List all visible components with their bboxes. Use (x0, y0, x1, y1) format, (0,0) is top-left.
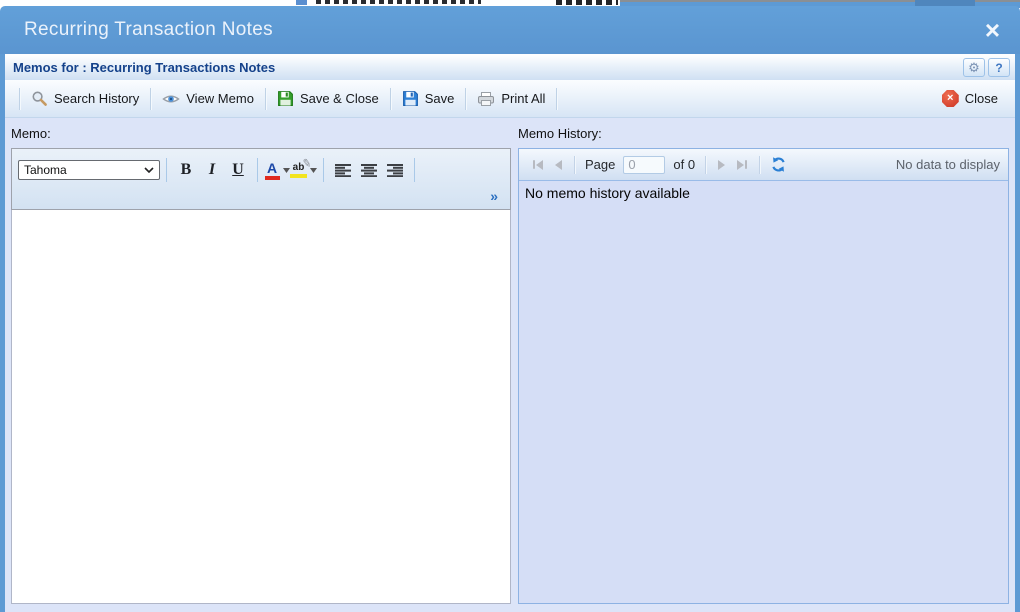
paging-status: No data to display (896, 157, 1000, 172)
search-icon (31, 90, 48, 107)
memos-for-title: Memos for : Recurring Transactions Notes (13, 60, 275, 75)
dialog-close-icon[interactable]: × (981, 20, 1004, 40)
editor-separator (323, 158, 324, 182)
help-button[interactable]: ? (988, 58, 1010, 77)
first-page-button[interactable] (530, 157, 546, 173)
settings-button[interactable]: ⚙ (963, 58, 985, 77)
last-page-icon (737, 160, 744, 170)
dialog-content: Memo: Memo History: Tahoma (5, 118, 1015, 612)
memos-for-header: Memos for : Recurring Transactions Notes… (5, 54, 1015, 80)
dialog-body: Memos for : Recurring Transactions Notes… (0, 54, 1020, 612)
save-close-label: Save & Close (300, 91, 379, 106)
search-history-label: Search History (54, 91, 139, 106)
underline-button[interactable]: U (225, 157, 251, 183)
page-of-label: of 0 (673, 157, 695, 172)
no-history-text: No memo history available (525, 185, 690, 201)
toolbar-separator (265, 88, 266, 110)
editor-toolbar-row1: Tahoma B I U (18, 155, 504, 185)
header-tool-buttons: ⚙ ? (963, 58, 1010, 77)
background-icon-fragment (296, 0, 307, 5)
paging-separator (705, 156, 706, 174)
printer-icon (477, 91, 495, 107)
dropdown-caret-icon (283, 168, 290, 173)
memo-history-panel: Page of 0 (518, 148, 1009, 604)
close-label: Close (965, 91, 998, 106)
align-center-button[interactable] (356, 157, 382, 183)
save-green-icon (277, 90, 294, 107)
paging-separator (759, 156, 760, 174)
chevron-down-icon (144, 167, 154, 173)
toolbar-overflow-button[interactable]: » (490, 188, 498, 204)
toolbar-separator (150, 88, 151, 110)
pen-icon: ✎ (301, 158, 312, 170)
close-red-icon: × (942, 90, 959, 107)
previous-page-button[interactable] (552, 157, 565, 173)
toolbar-separator (390, 88, 391, 110)
print-all-button[interactable]: Print All (470, 87, 552, 111)
dropdown-caret-icon (310, 168, 317, 173)
align-center-icon (361, 164, 377, 177)
italic-button[interactable]: I (199, 157, 225, 183)
align-right-icon (387, 164, 403, 177)
refresh-button[interactable] (770, 156, 787, 173)
editor-toolbar-row2: » (18, 185, 504, 207)
font-family-value: Tahoma (24, 163, 67, 177)
save-button[interactable]: Save (395, 86, 462, 111)
eye-icon (162, 92, 180, 106)
memo-text-area[interactable] (11, 210, 511, 604)
align-left-button[interactable] (330, 157, 356, 183)
close-button[interactable]: × Close (935, 86, 1005, 111)
next-page-icon (718, 160, 725, 170)
first-page-icon (536, 160, 543, 170)
dialog-toolbar: Search History View Memo (5, 80, 1015, 118)
previous-page-icon (555, 160, 562, 170)
paging-toolbar: Page of 0 (519, 149, 1008, 181)
background-text-fragment (556, 0, 618, 5)
memo-history-label: Memo History: (518, 126, 602, 141)
font-color-button[interactable]: A (264, 157, 290, 183)
page-label: Page (585, 157, 615, 172)
recurring-transaction-notes-dialog: Recurring Transaction Notes × Memos for … (0, 6, 1020, 612)
gear-icon: ⚙ (968, 61, 980, 74)
editor-toolbar: Tahoma B I U (11, 148, 511, 210)
highlight-color-button[interactable]: ab ✎ (290, 157, 317, 183)
font-color-icon: A (265, 161, 280, 180)
editor-separator (166, 158, 167, 182)
toolbar-separator (19, 88, 20, 110)
background-text-fragment (316, 0, 481, 4)
view-memo-label: View Memo (186, 91, 254, 106)
toolbar-separator (556, 88, 557, 110)
align-right-button[interactable] (382, 157, 408, 183)
editor-separator (414, 158, 415, 182)
editor-separator (257, 158, 258, 182)
next-page-button[interactable] (715, 157, 728, 173)
paging-separator (574, 156, 575, 174)
save-label: Save (425, 91, 455, 106)
dialog-titlebar: Recurring Transaction Notes × (0, 6, 1020, 54)
refresh-icon (770, 156, 787, 173)
font-family-select[interactable]: Tahoma (18, 160, 160, 180)
search-history-button[interactable]: Search History (24, 86, 146, 111)
page-number-input[interactable] (623, 156, 665, 174)
print-all-label: Print All (501, 91, 545, 106)
bold-button[interactable]: B (173, 157, 199, 183)
memo-history-body: No memo history available (519, 181, 1008, 603)
save-close-button[interactable]: Save & Close (270, 86, 386, 111)
dialog-title: Recurring Transaction Notes (24, 19, 273, 41)
toolbar-separator (465, 88, 466, 110)
save-blue-icon (402, 90, 419, 107)
memo-label: Memo: (11, 126, 51, 141)
align-left-icon (335, 164, 351, 177)
memo-editor: Tahoma B I U (11, 148, 511, 604)
help-icon: ? (995, 61, 1002, 75)
highlight-icon: ab ✎ (290, 163, 307, 178)
last-page-button[interactable] (734, 157, 750, 173)
view-memo-button[interactable]: View Memo (155, 87, 261, 110)
screen: Recurring Transaction Notes × Memos for … (0, 0, 1020, 612)
close-x-glyph: × (947, 93, 953, 104)
